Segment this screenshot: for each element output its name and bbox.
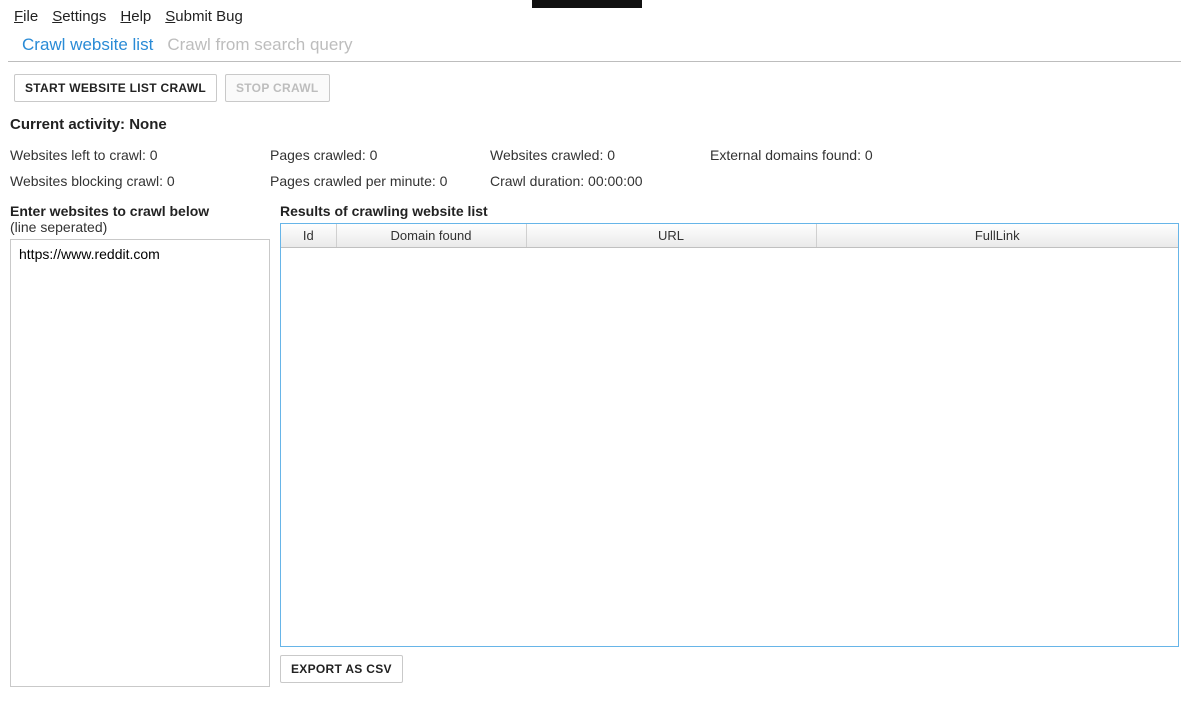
menu-submit-bug[interactable]: Submit Bug bbox=[165, 8, 243, 25]
col-fulllink[interactable]: FullLink bbox=[816, 224, 1178, 248]
toolbar: START WEBSITE LIST CRAWL STOP CRAWL bbox=[0, 62, 1189, 110]
col-url[interactable]: URL bbox=[526, 224, 816, 248]
stat-websites-crawled: Websites crawled: 0 bbox=[490, 147, 710, 163]
current-activity-value: None bbox=[129, 116, 167, 133]
tab-crawl-website-list[interactable]: Crawl website list bbox=[22, 35, 153, 55]
results-table: Id Domain found URL FullLink bbox=[281, 224, 1178, 248]
titlebar-fragment bbox=[532, 0, 642, 8]
tab-crawl-from-search[interactable]: Crawl from search query bbox=[167, 35, 352, 55]
stop-crawl-button: STOP CRAWL bbox=[225, 74, 330, 102]
results-label: Results of crawling website list bbox=[280, 203, 1179, 219]
menu-file[interactable]: File bbox=[14, 8, 38, 25]
menu-help[interactable]: Help bbox=[120, 8, 151, 25]
input-pane: Enter websites to crawl below (line sepe… bbox=[10, 203, 270, 690]
input-sublabel: (line seperated) bbox=[10, 219, 270, 235]
stat-websites-blocking: Websites blocking crawl: 0 bbox=[10, 173, 270, 189]
menu-settings[interactable]: Settings bbox=[52, 8, 106, 25]
results-table-container: Id Domain found URL FullLink bbox=[280, 223, 1179, 647]
stat-websites-left: Websites left to crawl: 0 bbox=[10, 147, 270, 163]
col-id[interactable]: Id bbox=[281, 224, 336, 248]
stat-pages-per-minute: Pages crawled per minute: 0 bbox=[270, 173, 490, 189]
tabbar: Crawl website list Crawl from search que… bbox=[8, 31, 1181, 62]
current-activity-label: Current activity: None bbox=[0, 110, 1189, 137]
results-pane: Results of crawling website list Id Doma… bbox=[280, 203, 1179, 690]
stat-pages-crawled: Pages crawled: 0 bbox=[270, 147, 490, 163]
stat-crawl-duration: Crawl duration: 00:00:00 bbox=[490, 173, 710, 189]
stats-grid: Websites left to crawl: 0 Pages crawled:… bbox=[0, 137, 1189, 193]
stat-external-domains: External domains found: 0 bbox=[710, 147, 1010, 163]
export-csv-button[interactable]: EXPORT AS CSV bbox=[280, 655, 403, 683]
col-domain-found[interactable]: Domain found bbox=[336, 224, 526, 248]
websites-input[interactable] bbox=[10, 239, 270, 687]
start-crawl-button[interactable]: START WEBSITE LIST CRAWL bbox=[14, 74, 217, 102]
input-label: Enter websites to crawl below bbox=[10, 203, 270, 219]
